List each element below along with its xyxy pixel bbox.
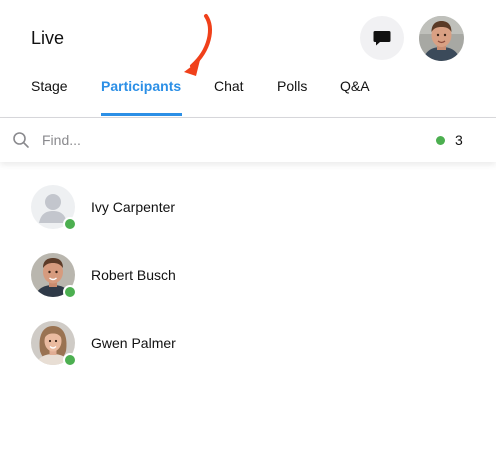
participant-row[interactable]: Ivy Carpenter (31, 185, 471, 231)
online-indicator (436, 136, 445, 145)
tab-chat[interactable]: Chat (214, 78, 244, 94)
annotation-arrow-icon (184, 14, 212, 76)
user-photo (419, 16, 464, 61)
active-tab-indicator (101, 113, 182, 116)
participant-name: Gwen Palmer (91, 335, 176, 351)
tab-bar: Stage Participants Chat Polls Q&A (0, 70, 496, 118)
search-input[interactable] (42, 129, 342, 151)
participant-row[interactable]: Gwen Palmer (31, 321, 471, 367)
participant-name: Robert Busch (91, 267, 176, 283)
tab-polls[interactable]: Polls (277, 78, 307, 94)
search-bar (0, 118, 496, 162)
chat-button[interactable] (360, 16, 404, 60)
online-count: 3 (455, 132, 463, 148)
search-icon (13, 132, 29, 148)
page-title: Live (31, 28, 65, 48)
panel-header: Live Stage Participants Chat Polls Q&A (0, 0, 496, 118)
tab-stage[interactable]: Stage (31, 78, 68, 94)
participant-name: Ivy Carpenter (91, 199, 176, 215)
current-user-avatar[interactable] (419, 16, 464, 61)
live-panel: Live Stage Participants Chat Polls Q&A F… (0, 0, 496, 454)
tab-participants[interactable]: Participants (101, 78, 181, 94)
speech-bubble-icon (373, 31, 391, 46)
online-status-dot (63, 353, 77, 367)
participant-row[interactable]: Robert Busch (31, 253, 471, 299)
online-status-dot (63, 285, 77, 299)
online-status-dot (63, 217, 77, 231)
tab-qa[interactable]: Q&A (340, 78, 370, 94)
